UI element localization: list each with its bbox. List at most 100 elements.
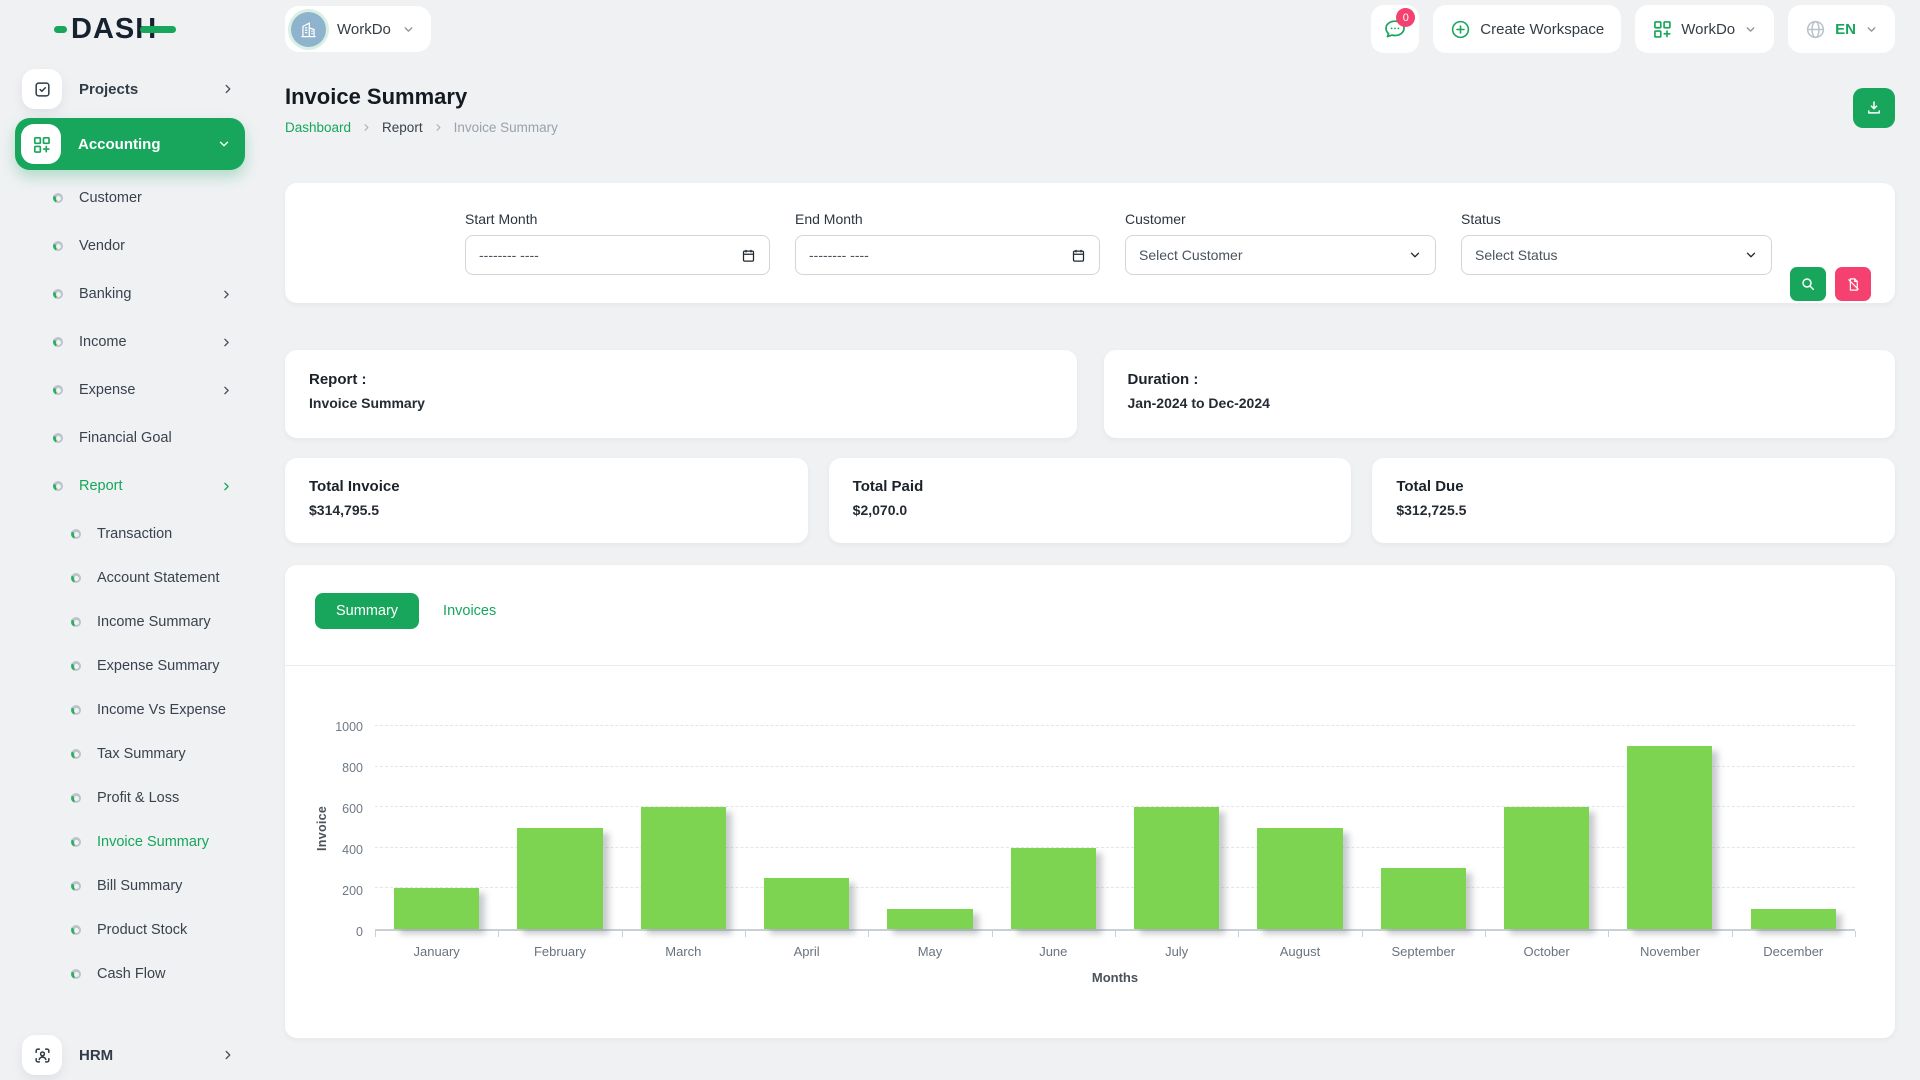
sidebar-subitem[interactable]: Profit & Loss — [15, 776, 245, 820]
x-tick-label: August — [1238, 944, 1361, 959]
plus-circle-icon — [1450, 19, 1471, 40]
x-axis-tick — [992, 931, 993, 937]
calendar-icon[interactable] — [741, 248, 756, 263]
customer-label: Customer — [1125, 211, 1436, 227]
sidebar-subitem[interactable]: Vendor — [15, 222, 245, 270]
sidebar-subitem[interactable]: Expense — [15, 366, 245, 414]
logo-bar-accent — [140, 26, 176, 33]
search-button[interactable] — [1790, 267, 1826, 301]
sidebar-subitem[interactable]: Report — [15, 462, 245, 510]
download-button[interactable] — [1853, 88, 1895, 128]
report-info-card: Report : Invoice Summary — [285, 350, 1077, 438]
x-axis-tick — [375, 931, 376, 937]
sidebar-item-hrm[interactable]: HRM — [15, 1032, 245, 1078]
x-tick-label: March — [622, 944, 745, 959]
bullet-icon — [53, 385, 63, 395]
sidebar-item-label: Projects — [79, 81, 221, 98]
sidebar-subitem[interactable]: Financial Goal — [15, 414, 245, 462]
x-axis-tick — [1238, 931, 1239, 937]
search-icon — [1800, 276, 1816, 292]
create-workspace-button[interactable]: Create Workspace — [1433, 5, 1621, 53]
sidebar-item-accounting[interactable]: Accounting — [15, 118, 245, 170]
breadcrumb-report[interactable]: Report — [382, 120, 423, 135]
bar-february — [517, 828, 602, 930]
sidebar-subitem[interactable]: Cash Flow — [15, 952, 245, 996]
x-axis-tick — [868, 931, 869, 937]
chevron-down-icon — [1408, 248, 1422, 262]
calendar-icon[interactable] — [1071, 248, 1086, 263]
sidebar-subitem[interactable]: Invoice Summary — [15, 820, 245, 864]
sidebar-subitem[interactable]: Customer — [15, 174, 245, 222]
y-tick-label: 400 — [342, 843, 363, 857]
bullet-icon — [71, 705, 81, 715]
download-icon — [1865, 99, 1883, 117]
logo-block: DASH — [0, 15, 260, 44]
y-tick-label: 800 — [342, 761, 363, 775]
sidebar-subitem[interactable]: Income Vs Expense — [15, 688, 245, 732]
bullet-icon — [71, 749, 81, 759]
report-value: Invoice Summary — [309, 395, 1053, 411]
messages-badge: 0 — [1396, 8, 1415, 27]
y-tick-label: 200 — [342, 884, 363, 898]
x-tick-label: February — [498, 944, 621, 959]
sidebar-subitem[interactable]: Banking — [15, 270, 245, 318]
accounting-icon — [21, 124, 61, 164]
create-workspace-label: Create Workspace — [1480, 21, 1604, 38]
breadcrumb-dashboard[interactable]: Dashboard — [285, 120, 351, 135]
y-axis-title: Invoice — [311, 726, 333, 931]
dash-logo[interactable]: DASH — [54, 15, 176, 44]
sidebar: Projects Accounting Customer — [0, 58, 260, 1080]
bar-january — [394, 888, 479, 929]
bullet-icon — [53, 241, 63, 251]
chevron-right-icon — [220, 480, 233, 493]
x-tick-label: May — [868, 944, 991, 959]
file-slash-icon — [1846, 277, 1861, 292]
duration-value: Jan-2024 to Dec-2024 — [1128, 395, 1872, 411]
status-select[interactable]: Select Status — [1461, 235, 1772, 275]
end-month-input[interactable]: -------- ---- — [795, 235, 1100, 275]
bar-march — [641, 807, 726, 929]
sidebar-item-label: HRM — [79, 1047, 221, 1064]
sidebar-subitem[interactable]: Tax Summary — [15, 732, 245, 776]
x-tick-label: July — [1115, 944, 1238, 959]
workdo-menu-button[interactable]: WorkDo — [1635, 5, 1774, 53]
sidebar-subitem[interactable]: Income Summary — [15, 600, 245, 644]
report-submenu: Transaction Account Statement Income Sum… — [15, 512, 245, 996]
messages-button[interactable]: 0 — [1371, 5, 1419, 53]
accounting-submenu: Customer Vendor Banking — [15, 174, 245, 510]
x-axis-tick — [622, 931, 623, 937]
bar-november — [1627, 746, 1712, 929]
x-axis-title: Months — [375, 970, 1855, 985]
reset-filter-button[interactable] — [1835, 267, 1871, 301]
sidebar-subitem[interactable]: Transaction — [15, 512, 245, 556]
language-selector[interactable]: EN — [1788, 5, 1895, 53]
tab-summary[interactable]: Summary — [315, 593, 419, 629]
start-month-input[interactable]: -------- ---- — [465, 235, 770, 275]
status-label: Status — [1461, 211, 1772, 227]
topbar: DASH WorkDo — [0, 0, 1920, 58]
x-axis-tick — [1485, 931, 1486, 937]
end-month-field: End Month -------- ---- — [795, 211, 1100, 275]
status-field: Status Select Status — [1461, 211, 1772, 275]
stat-label: Total Due — [1396, 478, 1871, 495]
x-tick-label: September — [1362, 944, 1485, 959]
tab-invoices[interactable]: Invoices — [443, 603, 496, 619]
workspace-switcher[interactable]: WorkDo — [285, 6, 431, 52]
sidebar-subitem[interactable]: Account Statement — [15, 556, 245, 600]
bar-october — [1504, 807, 1589, 929]
chart-plot — [375, 726, 1855, 931]
chevron-right-icon — [361, 122, 372, 133]
globe-icon — [1805, 19, 1826, 40]
x-tick-label: January — [375, 944, 498, 959]
customer-select[interactable]: Select Customer — [1125, 235, 1436, 275]
x-tick-label: October — [1485, 944, 1608, 959]
sidebar-subitem[interactable]: Income — [15, 318, 245, 366]
bar-august — [1257, 828, 1342, 930]
topbar-main: WorkDo 0 — [260, 5, 1920, 53]
language-label: EN — [1835, 21, 1856, 38]
sidebar-subitem[interactable]: Bill Summary — [15, 864, 245, 908]
chevron-right-icon — [221, 1048, 235, 1062]
sidebar-subitem[interactable]: Expense Summary — [15, 644, 245, 688]
sidebar-item-projects[interactable]: Projects — [15, 66, 245, 112]
sidebar-subitem[interactable]: Product Stock — [15, 908, 245, 952]
